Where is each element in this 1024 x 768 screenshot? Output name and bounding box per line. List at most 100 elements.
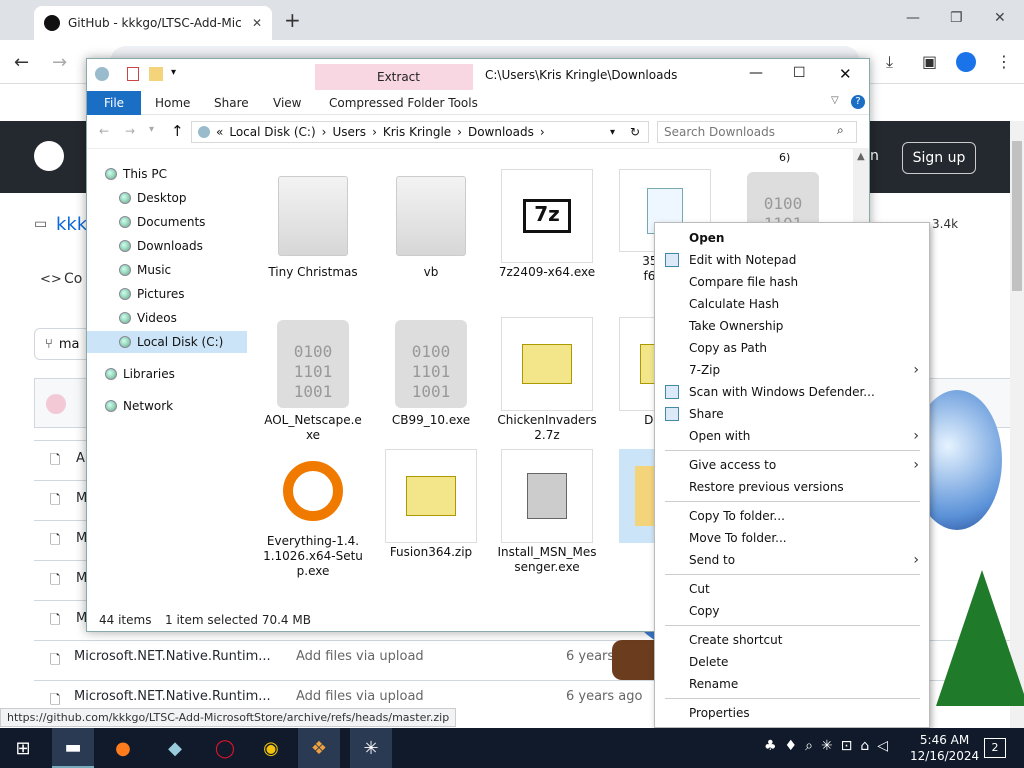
table-row[interactable]: 🗋 M	[34, 520, 94, 560]
explorer-close-icon[interactable]: ✕	[839, 65, 852, 83]
branch-select[interactable]: ⑂ ma	[34, 328, 94, 360]
sidebar-item-this-pc[interactable]: This PC	[87, 163, 247, 185]
menu-item-open[interactable]: Open	[655, 227, 929, 249]
taskbar-clock[interactable]: 5:46 AM 12/16/2024	[910, 732, 979, 764]
breadcrumb-local-disk[interactable]: Local Disk (C:)	[229, 125, 315, 139]
snowflake-icon[interactable]: ✳	[350, 728, 392, 768]
app-icon[interactable]: ❖	[298, 728, 340, 768]
menu-item-restore-previous-versions[interactable]: Restore previous versions	[655, 476, 929, 498]
sidebar-item-network[interactable]: Network	[87, 395, 247, 417]
refresh-icon[interactable]: ↻	[630, 125, 640, 139]
sign-in-link[interactable]: n	[870, 148, 879, 164]
github-logo-icon[interactable]	[34, 141, 64, 171]
menu-item-7-zip[interactable]: 7-Zip ›	[655, 359, 929, 381]
table-row[interactable]: 🗋 M	[34, 480, 94, 520]
chrome-icon[interactable]: ◉	[250, 728, 292, 768]
tab-home[interactable]: Home	[155, 91, 190, 115]
download-icon[interactable]: ⤓	[886, 52, 893, 72]
sidebar-item-pictures[interactable]: Pictures	[87, 283, 247, 305]
sidebar-item-downloads[interactable]: Downloads	[87, 235, 247, 257]
table-row[interactable]: 🗋 M	[34, 600, 94, 640]
table-row[interactable]: 🗋 M	[34, 560, 94, 600]
nav-back-icon[interactable]: ←	[99, 124, 109, 138]
menu-item-cut[interactable]: Cut	[655, 578, 929, 600]
menu-item-scan-with-windows-defender[interactable]: Scan with Windows Defender...	[655, 381, 929, 403]
menu-item-delete[interactable]: Delete	[655, 651, 929, 673]
file-item[interactable]: 7z 7z2409-x64.exe	[499, 169, 595, 299]
explorer-minimize-icon[interactable]: —	[749, 65, 763, 81]
file-item[interactable]: 0100 1101 1001 CB99_10.exe	[383, 317, 479, 447]
sidepanel-icon[interactable]: ▣	[922, 52, 937, 71]
search-input[interactable]: Search Downloads	[657, 121, 857, 143]
file-item[interactable]: Tiny Christmas	[265, 169, 361, 299]
menu-item-rename[interactable]: Rename	[655, 673, 929, 695]
menu-item-copy[interactable]: Copy	[655, 600, 929, 622]
menu-item-edit-with-notepad[interactable]: Edit with Notepad	[655, 249, 929, 271]
properties-icon[interactable]	[127, 67, 139, 81]
tray-icons[interactable]: ♣♦⌕✳⊡⌂◁	[764, 738, 896, 754]
tab-file[interactable]: File	[87, 91, 141, 115]
sidebar-item-local-disk-c-[interactable]: Local Disk (C:)	[87, 331, 247, 353]
sidebar-item-music[interactable]: Music	[87, 259, 247, 281]
menu-item-properties[interactable]: Properties	[655, 702, 929, 724]
menu-item-send-to[interactable]: Send to ›	[655, 549, 929, 571]
star-count[interactable]: 3.4k	[932, 217, 958, 231]
firefox-icon[interactable]: ●	[102, 728, 144, 768]
breadcrumb-downloads[interactable]: Downloads	[468, 125, 534, 139]
file-explorer-taskbar-icon[interactable]: ▬	[52, 728, 94, 768]
explorer-maximize-icon[interactable]: ☐	[793, 65, 806, 81]
profile-icon[interactable]	[956, 52, 976, 72]
forward-icon[interactable]: →	[52, 52, 67, 73]
recent-dropdown-icon[interactable]: ▾	[149, 124, 154, 135]
opera-icon[interactable]: ◯	[204, 728, 246, 768]
sidebar-item-libraries[interactable]: Libraries	[87, 363, 247, 385]
minimize-icon[interactable]: —	[906, 10, 920, 26]
menu-item-move-to-folder[interactable]: Move To folder...	[655, 527, 929, 549]
scroll-up-icon[interactable]: ▲	[857, 151, 865, 162]
table-row[interactable]: 🗋 A	[34, 440, 94, 480]
breadcrumb-kris[interactable]: Kris Kringle	[383, 125, 451, 139]
file-item[interactable]: ChickenInvaders2.7z	[497, 317, 597, 447]
file-item[interactable]: Everything-1.4.1.1026.x64-Setup.exe	[263, 449, 363, 579]
menu-item-give-access-to[interactable]: Give access to ›	[655, 454, 929, 476]
new-folder-icon[interactable]	[149, 67, 163, 81]
file-item[interactable]: Install_MSN_Messenger.exe	[497, 449, 597, 579]
row-name[interactable]: Microsoft.NET.Native.Runtim...	[74, 689, 271, 704]
menu-item-take-ownership[interactable]: Take Ownership	[655, 315, 929, 337]
path-dropdown-icon[interactable]: ▾	[610, 127, 615, 138]
qat-dropdown-icon[interactable]: ▾	[171, 67, 176, 78]
start-button[interactable]: ⊞	[2, 728, 44, 768]
row-name[interactable]: A	[76, 451, 85, 466]
menu-item-copy-as-path[interactable]: Copy as Path	[655, 337, 929, 359]
extract-tab[interactable]: Extract	[377, 70, 420, 84]
file-item[interactable]: Fusion364.zip	[383, 449, 479, 579]
browser-tab[interactable]: GitHub - kkkgo/LTSC-Add-Mic ✕	[34, 6, 272, 40]
sidebar-item-videos[interactable]: Videos	[87, 307, 247, 329]
breadcrumb[interactable]: « Local Disk (C:) › Users › Kris Kringle…	[191, 121, 649, 143]
menu-item-open-with[interactable]: Open with ›	[655, 425, 929, 447]
menu-item-share[interactable]: Share	[655, 403, 929, 425]
file-item[interactable]: 0100 1101 1001 AOL_Netscape.exe	[264, 317, 362, 447]
restore-icon[interactable]: ❐	[950, 10, 963, 26]
quick-access-icon[interactable]	[95, 67, 109, 81]
up-icon[interactable]: ↑	[171, 122, 184, 140]
scrollbar-thumb[interactable]	[1012, 141, 1022, 291]
menu-item-calculate-hash[interactable]: Calculate Hash	[655, 293, 929, 315]
close-tab-icon[interactable]: ✕	[252, 16, 262, 30]
row-msg[interactable]: Add files via upload	[296, 689, 424, 704]
menu-item-copy-to-folder[interactable]: Copy To folder...	[655, 505, 929, 527]
tab-share[interactable]: Share	[214, 91, 249, 115]
tab-view[interactable]: View	[273, 91, 301, 115]
file-item[interactable]: vb	[383, 169, 479, 299]
menu-icon[interactable]: ⋮	[996, 52, 1012, 71]
ribbon-expand-icon[interactable]: ▽	[831, 95, 839, 106]
menu-item-create-shortcut[interactable]: Create shortcut	[655, 629, 929, 651]
breadcrumb-overflow[interactable]: «	[216, 125, 223, 139]
row-name[interactable]: Microsoft.NET.Native.Runtim...	[74, 649, 271, 664]
help-icon[interactable]: ?	[851, 95, 865, 109]
nav-forward-icon[interactable]: →	[125, 124, 135, 138]
breadcrumb-users[interactable]: Users	[332, 125, 366, 139]
code-tab[interactable]: Co	[64, 271, 82, 287]
menu-item-compare-file-hash[interactable]: Compare file hash	[655, 271, 929, 293]
sidebar-item-desktop[interactable]: Desktop	[87, 187, 247, 209]
